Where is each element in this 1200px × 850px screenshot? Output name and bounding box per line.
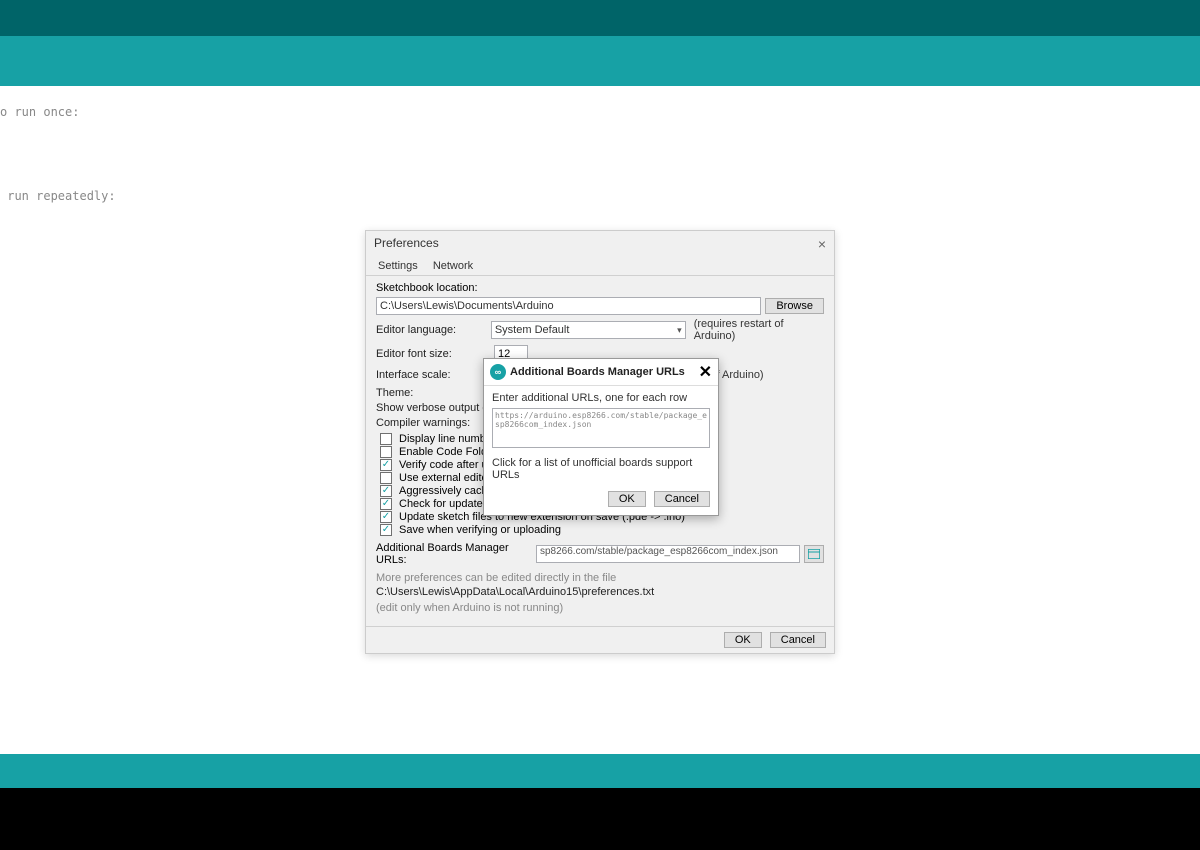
checkbox-label: Save when verifying or uploading (399, 524, 561, 536)
status-bar (0, 754, 1200, 788)
arduino-icon: ∞ (490, 364, 506, 380)
expand-urls-button[interactable] (804, 545, 824, 563)
code-line: o run once: (0, 104, 1200, 121)
edit-note-text: (edit only when Arduino is not running) (376, 602, 824, 614)
dialog-title: Preferences (374, 236, 439, 252)
close-icon[interactable]: ✕ (699, 362, 712, 382)
language-select[interactable]: System Default ▾ (491, 321, 686, 339)
window-icon (808, 549, 820, 559)
browse-button[interactable]: Browse (765, 298, 824, 314)
code-line (0, 121, 1200, 138)
modal-instruction: Enter additional URLs, one for each row (492, 392, 710, 404)
sketchbook-input[interactable] (376, 297, 761, 315)
menu-bar-region (0, 0, 1200, 36)
display-line-numbers-checkbox[interactable] (380, 433, 395, 445)
check-updates-checkbox[interactable]: ✓ (380, 498, 395, 510)
urls-textarea[interactable] (492, 408, 710, 448)
modal-cancel-button[interactable]: Cancel (654, 491, 710, 507)
chevron-down-icon: ▾ (677, 325, 682, 336)
verify-after-upload-checkbox[interactable]: ✓ (380, 459, 395, 471)
close-icon[interactable]: × (818, 236, 826, 252)
modal-title: Additional Boards Manager URLs (510, 366, 699, 378)
tab-settings[interactable]: Settings (372, 257, 424, 275)
modal-ok-button[interactable]: OK (608, 491, 646, 507)
scale-label: Interface scale: (376, 369, 494, 381)
boards-urls-dialog: ∞ Additional Boards Manager URLs ✕ Enter… (483, 358, 719, 516)
language-hint: (requires restart of Arduino) (694, 318, 824, 342)
modal-titlebar[interactable]: ∞ Additional Boards Manager URLs ✕ (484, 359, 718, 386)
ok-button[interactable]: OK (724, 632, 762, 648)
console-region (0, 788, 1200, 850)
save-when-verify-checkbox[interactable]: ✓ (380, 524, 395, 536)
checkbox-label: Use external editor (399, 472, 491, 484)
sketchbook-label: Sketchbook location: (376, 282, 478, 294)
code-line (0, 138, 1200, 155)
theme-label: Theme: (376, 387, 494, 399)
tab-network[interactable]: Network (427, 257, 479, 275)
code-line (0, 171, 1200, 188)
external-editor-checkbox[interactable] (380, 472, 395, 484)
enable-code-folding-checkbox[interactable] (380, 446, 395, 458)
tabs: Settings Network (366, 257, 834, 276)
boards-urls-label: Additional Boards Manager URLs: (376, 542, 536, 566)
boards-urls-input[interactable]: sp8266.com/stable/package_esp8266com_ind… (536, 545, 800, 563)
modal-footer: OK Cancel (484, 487, 718, 515)
language-value: System Default (495, 324, 570, 336)
update-sketch-checkbox[interactable]: ✓ (380, 511, 395, 523)
unofficial-boards-link[interactable]: Click for a list of unofficial boards su… (492, 457, 710, 481)
dialog-footer: OK Cancel (366, 626, 834, 653)
font-size-label: Editor font size: (376, 348, 494, 360)
cancel-button[interactable]: Cancel (770, 632, 826, 648)
code-line (0, 154, 1200, 171)
more-prefs-text: More preferences can be edited directly … (376, 572, 824, 584)
dialog-titlebar[interactable]: Preferences × (366, 231, 834, 257)
warnings-label: Compiler warnings: (376, 417, 494, 429)
language-label: Editor language: (376, 324, 491, 336)
code-line: run repeatedly: (0, 188, 1200, 205)
toolbar-region (0, 36, 1200, 86)
aggressively-cache-checkbox[interactable]: ✓ (380, 485, 395, 497)
editor-code-area[interactable]: o run once: run repeatedly: (0, 96, 1200, 205)
prefs-path-text: C:\Users\Lewis\AppData\Local\Arduino15\p… (376, 586, 824, 598)
modal-body: Enter additional URLs, one for each row … (484, 386, 718, 487)
